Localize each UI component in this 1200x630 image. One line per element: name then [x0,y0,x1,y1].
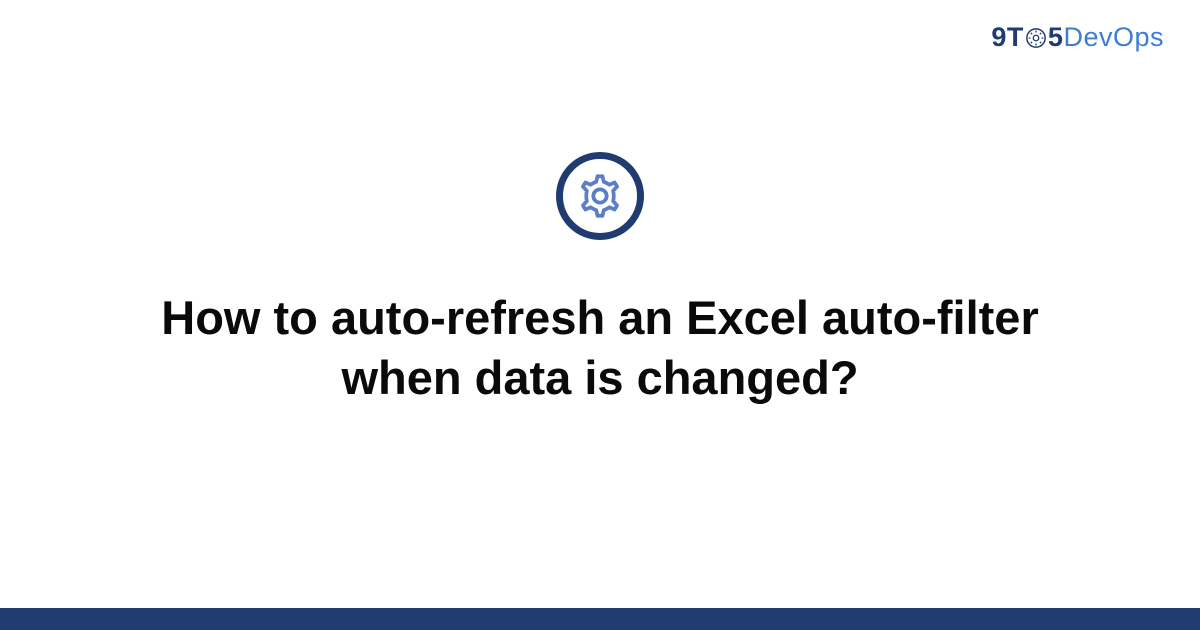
main-content: How to auto-refresh an Excel auto-filter… [0,0,1200,630]
page-title: How to auto-refresh an Excel auto-filter… [150,288,1050,408]
footer-accent-bar [0,608,1200,630]
settings-gear-icon [556,152,644,240]
